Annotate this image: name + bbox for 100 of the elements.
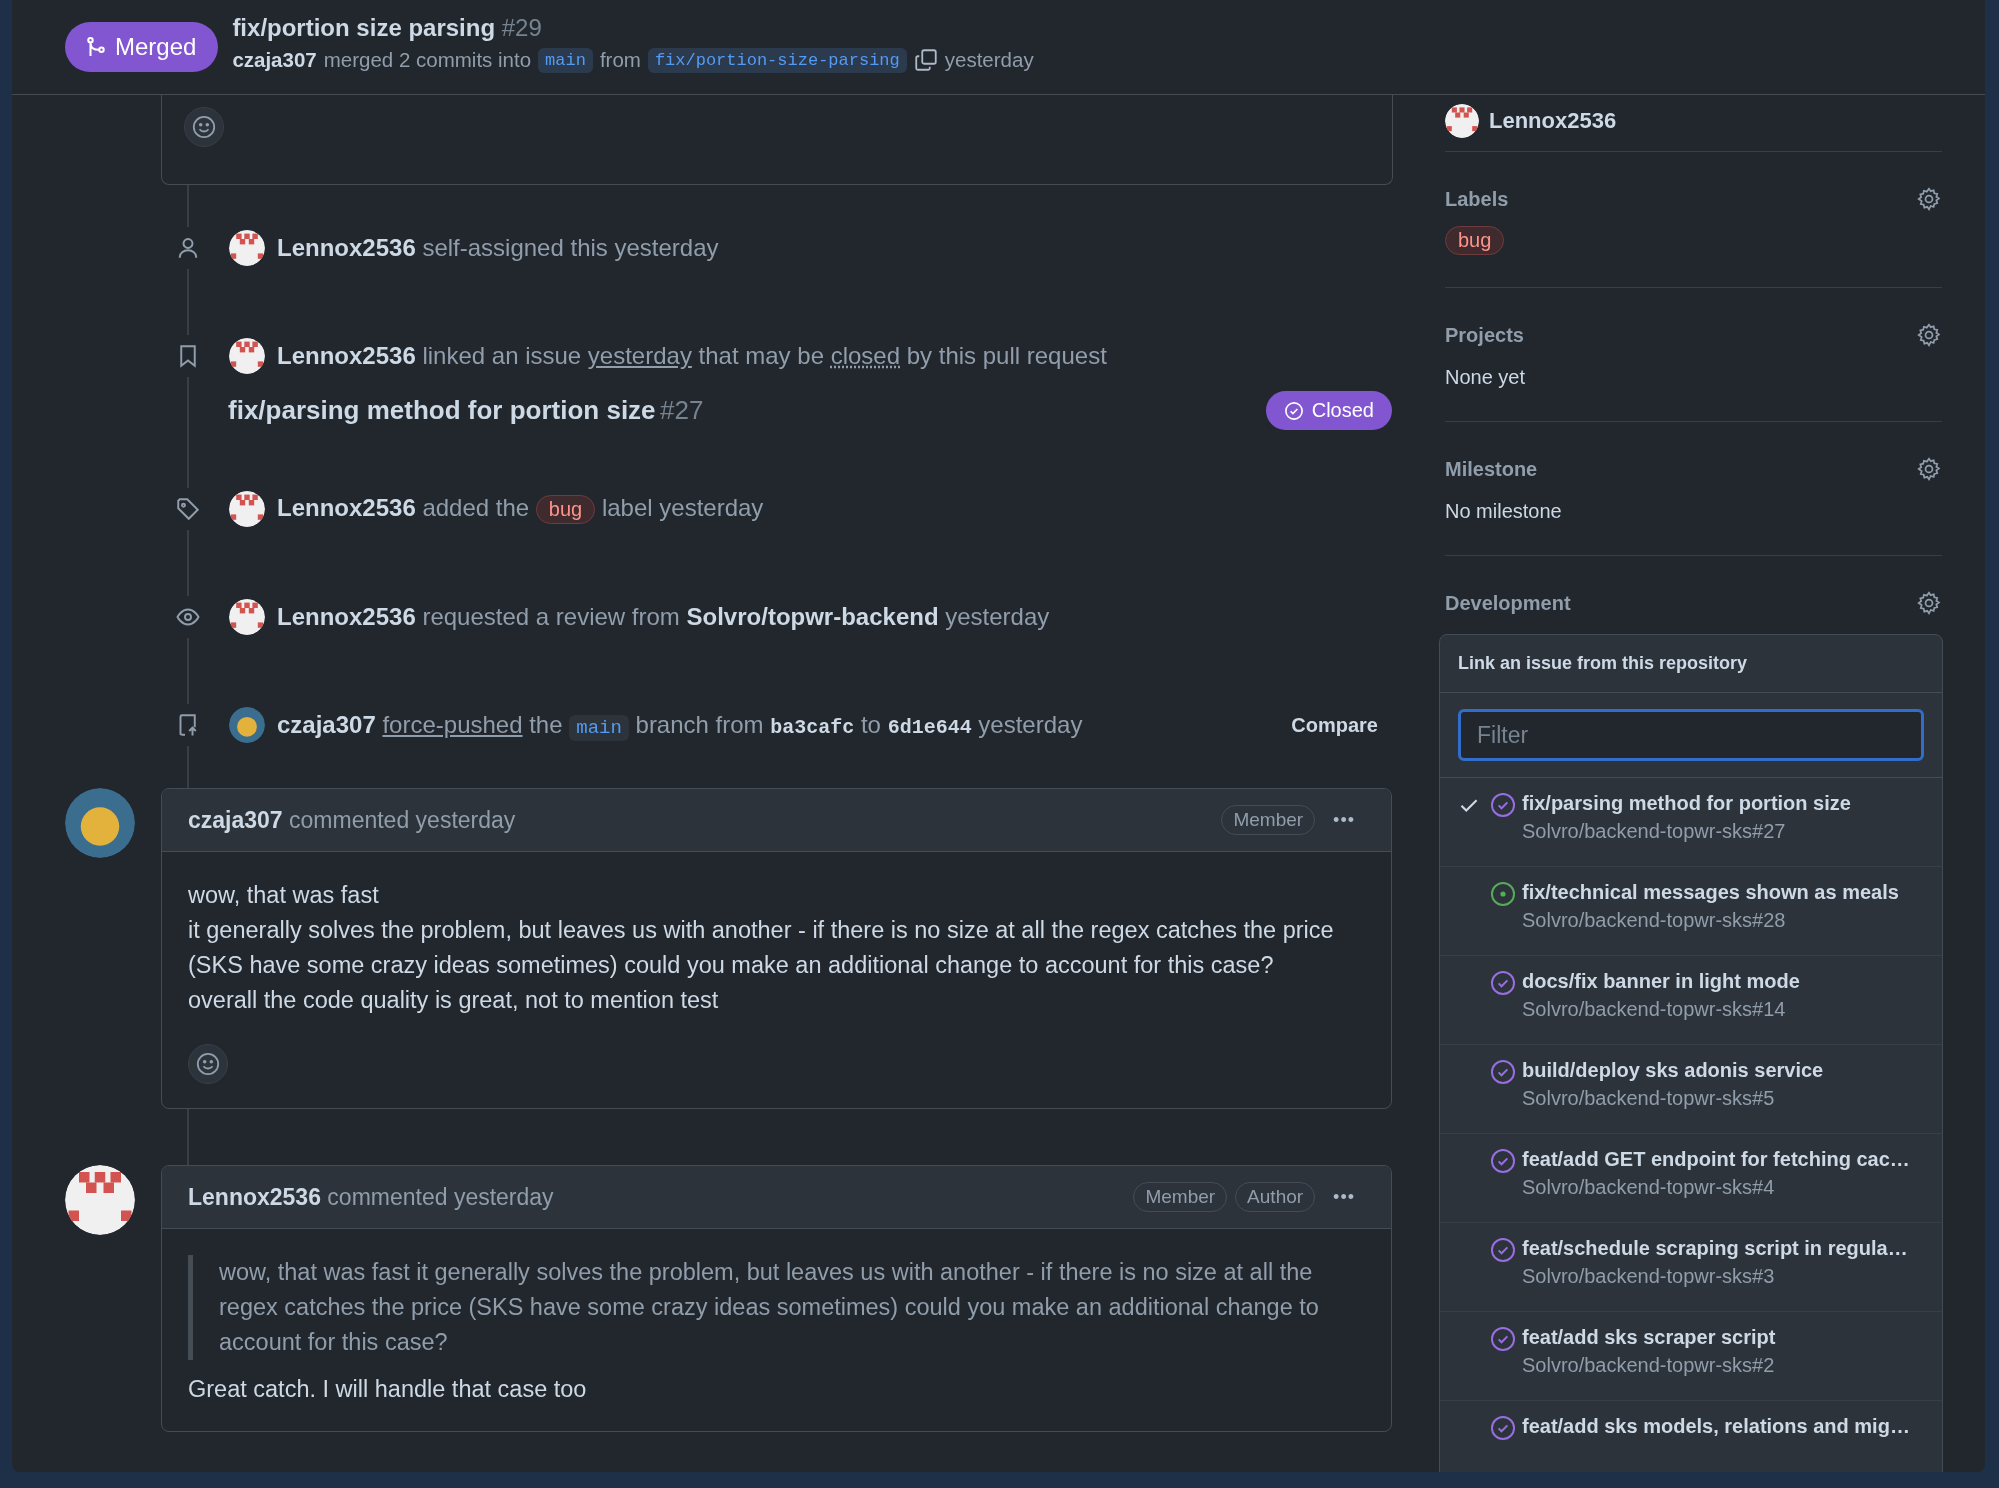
- add-reaction-button[interactable]: [188, 1044, 228, 1084]
- avatar: [65, 788, 135, 858]
- event-text: requested a review from: [422, 603, 680, 630]
- circle-check-icon: [1490, 970, 1516, 996]
- filter-field[interactable]: Filter: [1458, 709, 1924, 761]
- avatar: [229, 599, 265, 635]
- event-text: self-assigned this yesterday: [422, 234, 719, 261]
- smiley-icon: [196, 1052, 220, 1076]
- event-text: added the: [422, 494, 530, 521]
- team-link[interactable]: Solvro/topwr-backend: [686, 603, 939, 630]
- commit-sha[interactable]: 6d1e644: [887, 716, 972, 739]
- username-link[interactable]: Lennox2536: [277, 494, 416, 521]
- compare-button[interactable]: Compare: [1277, 709, 1392, 741]
- comment-text: overall the code quality is great, not to mention test: [188, 986, 720, 1015]
- quoted-reply: wow, that was fast it generally solves the problem, but leaves us with another - if there is no size at all the regex catches the price (SKS have some crazy ideas sometimes) could you make an additional change to account for this case?: [188, 1255, 1365, 1360]
- issue-reference: Solvro/backend-topwr-sks#4: [1522, 1176, 1776, 1199]
- avatar: [1445, 104, 1479, 138]
- avatar: [229, 707, 265, 743]
- issue-title: fix/parsing method for portion size: [1522, 792, 1851, 815]
- merge-summary-text: merged 2 commits into: [323, 48, 532, 72]
- more-options-button[interactable]: •••: [1323, 1182, 1365, 1212]
- issue-option[interactable]: build/deploy sks adonis service Solvro/backend-topwr-sks#5: [1440, 1045, 1942, 1134]
- event-text: yesterday: [945, 603, 1050, 630]
- event-text: that may be: [698, 342, 824, 369]
- avatar: [229, 338, 265, 374]
- avatar: [65, 1165, 135, 1235]
- username-link[interactable]: czaja307: [188, 806, 283, 833]
- issue-title: feat/add GET endpoint for fetching cac…: [1522, 1148, 1910, 1171]
- comment-text: Great catch. I will handle that case too: [188, 1375, 588, 1404]
- link[interactable]: closed: [830, 342, 901, 369]
- settings-icon[interactable]: [1916, 186, 1942, 212]
- circle-check-icon: [1490, 1148, 1516, 1174]
- section-title[interactable]: Labels: [1445, 187, 1509, 211]
- username-link[interactable]: Lennox2536: [277, 234, 416, 261]
- issue-title: feat/add sks scraper script: [1522, 1326, 1776, 1349]
- settings-icon[interactable]: [1916, 322, 1942, 348]
- link[interactable]: yesterday: [587, 342, 692, 369]
- tag-icon: [176, 497, 200, 521]
- username-link[interactable]: Lennox2536: [277, 342, 416, 369]
- issue-title: build/deploy sks adonis service: [1522, 1059, 1824, 1082]
- merge-icon: [85, 36, 107, 58]
- issue-option[interactable]: feat/schedule scraping script in regula… Solvro/backend-topwr-sks#3: [1440, 1223, 1942, 1312]
- copy-icon[interactable]: [913, 48, 938, 72]
- issue-reference: Solvro/backend-topwr-sks#28: [1522, 909, 1787, 932]
- circle-dot-icon: [1490, 881, 1516, 907]
- comment-text: wow, that was fast: [188, 881, 380, 910]
- label-tag[interactable]: bug: [535, 495, 596, 524]
- issue-reference: Solvro/backend-topwr-sks#27: [1522, 820, 1787, 843]
- merge-time: yesterday: [944, 48, 1034, 72]
- commit-sha[interactable]: ba3cafc: [770, 716, 855, 739]
- issue-title: docs/fix banner in light mode: [1522, 970, 1800, 993]
- event-text: label yesterday: [601, 494, 764, 521]
- event-text: linked an issue: [422, 342, 582, 369]
- label-tag[interactable]: bug: [1445, 226, 1505, 255]
- issue-option[interactable]: feat/add sks scraper script Solvro/backend-topwr-sks#2: [1440, 1312, 1942, 1401]
- dropdown-title: Link an issue from this repository: [1440, 635, 1942, 693]
- branch-name[interactable]: main: [538, 47, 593, 73]
- issue-reference: Solvro/backend-topwr-sks#3: [1522, 1265, 1776, 1288]
- section-title[interactable]: Projects: [1445, 323, 1524, 347]
- username-link[interactable]: Lennox2536: [188, 1183, 321, 1210]
- from-text: from: [599, 48, 641, 72]
- merged-status-badge: Merged: [65, 22, 219, 72]
- section-value: No milestone: [1445, 500, 1563, 523]
- issue-reference: Solvro/backend-topwr-sks#5: [1522, 1087, 1776, 1110]
- smiley-icon: [192, 115, 216, 139]
- avatar: [229, 230, 265, 266]
- comment-time: commented yesterday: [289, 806, 516, 833]
- issue-reference: Solvro/backend-topwr-sks#2: [1522, 1354, 1776, 1377]
- username-link[interactable]: Lennox2536: [277, 603, 416, 630]
- settings-icon[interactable]: [1916, 456, 1942, 482]
- pull-request-title: fix/portion size parsing: [232, 13, 496, 41]
- username-link[interactable]: czaja307: [277, 711, 376, 738]
- section-title[interactable]: Milestone: [1445, 457, 1538, 481]
- username-link[interactable]: czaja307: [232, 48, 317, 72]
- more-options-button[interactable]: •••: [1323, 805, 1365, 835]
- comment-text: it generally solves the problem, but leaves us with another - if there is no size at all the regex catches the price (SKS have some crazy ideas sometimes) could you make an additional change to account for this case?: [188, 916, 1335, 980]
- circle-check-icon: [1490, 792, 1516, 818]
- assignee-link[interactable]: Lennox2536: [1489, 108, 1617, 134]
- event-text: by this pull request: [906, 342, 1107, 369]
- branch-name[interactable]: main: [569, 715, 629, 741]
- issue-option[interactable]: feat/add sks models, relations and mig…: [1440, 1401, 1942, 1472]
- issue-option[interactable]: docs/fix banner in light mode Solvro/backend-topwr-sks#14: [1440, 956, 1942, 1045]
- issue-status-badge: Closed: [1265, 391, 1392, 430]
- section-value: None yet: [1445, 366, 1527, 389]
- comment-time: commented yesterday: [327, 1183, 554, 1210]
- section-title[interactable]: Development: [1445, 591, 1571, 615]
- event-text: to: [860, 711, 881, 738]
- add-reaction-button[interactable]: [184, 107, 224, 147]
- event-text: yesterday: [978, 711, 1083, 738]
- avatar: [229, 491, 265, 527]
- issue-option[interactable]: fix/parsing method for portion size Solvro/backend-topwr-sks#27: [1440, 778, 1942, 867]
- issue-reference: Solvro/backend-topwr-sks#14: [1522, 998, 1787, 1021]
- issue-title-link[interactable]: fix/parsing method for portion size: [228, 395, 656, 425]
- issue-option[interactable]: feat/add GET endpoint for fetching cac… Solvro/backend-topwr-sks#4: [1440, 1134, 1942, 1223]
- circle-check-icon: [1490, 1059, 1516, 1085]
- branch-name[interactable]: fix/portion-size-parsing: [647, 47, 907, 73]
- issue-title: feat/schedule scraping script in regula…: [1522, 1237, 1908, 1260]
- issue-option[interactable]: fix/technical messages shown as meals Solvro/backend-topwr-sks#28: [1440, 867, 1942, 956]
- link[interactable]: force-pushed: [382, 711, 523, 738]
- settings-icon[interactable]: [1916, 590, 1942, 616]
